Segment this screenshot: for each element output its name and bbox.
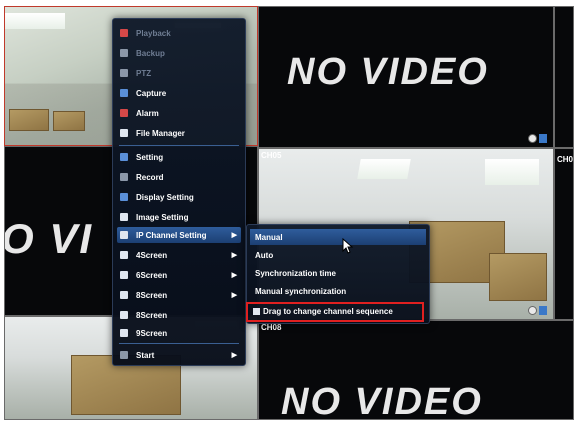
status-circle-icon xyxy=(528,306,537,315)
no-video-label: NO VIDEO xyxy=(281,381,483,420)
submenu-item-synchronization-time[interactable]: Synchronization time xyxy=(255,265,423,281)
menu-item-capture[interactable]: Capture xyxy=(117,85,241,101)
camera-tile-ch06[interactable]: CH06 xyxy=(554,148,574,320)
eight-screen-icon xyxy=(120,311,128,319)
menu-item-label: Setting xyxy=(136,152,164,162)
menu-item-label: Image Setting xyxy=(136,212,189,222)
ip-channel-icon xyxy=(120,231,128,239)
tile-status-icons xyxy=(528,306,547,315)
cardboard-box xyxy=(9,109,49,131)
menu-item-label: PTZ xyxy=(136,68,152,78)
setting-icon xyxy=(120,153,128,161)
menu-item-label: 4Screen xyxy=(136,250,168,260)
channel-label: CH05 xyxy=(261,151,282,160)
menu-item-label: 8Screen xyxy=(136,290,168,300)
main-context-menu: Playback Backup PTZ Capture Alarm File M… xyxy=(112,18,246,366)
submenu-item-manual[interactable]: Manual xyxy=(250,229,426,245)
dvr-monitor-screen: NO VIDEO O VI CH05 CH06 CH08 NO VIDEO P xyxy=(0,0,574,423)
menu-item-ptz[interactable]: PTZ xyxy=(117,65,241,81)
menu-separator xyxy=(119,343,239,344)
image-setting-icon xyxy=(120,213,128,221)
menu-item-label: Record xyxy=(136,172,164,182)
menu-item-label: Display Setting xyxy=(136,192,194,202)
menu-item-9screen[interactable]: 9Screen xyxy=(117,325,241,341)
no-video-label: NO VIDEO xyxy=(287,51,489,93)
menu-item-setting[interactable]: Setting xyxy=(117,149,241,165)
camera-tile-right-edge[interactable] xyxy=(554,6,574,148)
chevron-right-icon: ▶ xyxy=(231,232,237,239)
tile-status-icons xyxy=(528,134,547,143)
nine-screen-icon xyxy=(120,329,128,337)
menu-item-start[interactable]: Start ▶ xyxy=(117,347,241,363)
menu-item-record[interactable]: Record xyxy=(117,169,241,185)
chevron-right-icon: ▶ xyxy=(231,352,237,359)
menu-item-label: 9Screen xyxy=(136,328,168,338)
cardboard-box xyxy=(489,253,547,301)
menu-separator xyxy=(119,145,239,146)
display-setting-icon xyxy=(120,193,128,201)
backup-icon xyxy=(120,49,128,57)
cardboard-box xyxy=(53,111,85,131)
channel-label: CH08 xyxy=(261,323,282,332)
mouse-cursor-icon xyxy=(342,238,354,254)
menu-item-label: 6Screen xyxy=(136,270,168,280)
menu-item-label: Alarm xyxy=(136,108,159,118)
alarm-icon xyxy=(120,109,128,117)
menu-item-label: Playback xyxy=(136,28,171,38)
menu-item-backup[interactable]: Backup xyxy=(117,45,241,61)
menu-item-4screen[interactable]: 4Screen ▶ xyxy=(117,247,241,263)
record-icon xyxy=(120,173,128,181)
status-flag-icon xyxy=(539,134,547,143)
file-manager-icon xyxy=(120,129,128,137)
eight-screen-icon xyxy=(120,291,128,299)
submenu-item-manual-synchronization[interactable]: Manual synchronization xyxy=(255,283,423,299)
menu-item-label: File Manager xyxy=(136,128,185,138)
capture-icon xyxy=(120,89,128,97)
menu-item-6screen[interactable]: 6Screen ▶ xyxy=(117,267,241,283)
ptz-icon xyxy=(120,69,128,77)
menu-item-8screen[interactable]: 8Screen ▶ xyxy=(117,287,241,303)
menu-item-display-setting[interactable]: Display Setting xyxy=(117,189,241,205)
menu-item-8screen-2[interactable]: 8Screen xyxy=(117,307,241,323)
status-flag-icon xyxy=(539,306,547,315)
menu-item-label: Start xyxy=(136,350,155,360)
callout-highlight xyxy=(246,302,424,322)
menu-item-playback[interactable]: Playback xyxy=(117,25,241,41)
four-screen-icon xyxy=(120,251,128,259)
menu-item-label: Capture xyxy=(136,88,167,98)
menu-item-label: IP Channel Setting xyxy=(136,230,207,240)
camera-tile-top-right[interactable]: NO VIDEO xyxy=(258,6,554,148)
chevron-right-icon: ▶ xyxy=(231,272,237,279)
submenu-item-auto[interactable]: Auto xyxy=(255,247,423,263)
ceiling-light xyxy=(357,159,411,179)
menu-item-image-setting[interactable]: Image Setting xyxy=(117,209,241,225)
menu-item-label: 8Screen xyxy=(136,310,168,320)
ceiling-light xyxy=(5,13,65,29)
no-video-label: O VI xyxy=(4,215,94,262)
playback-icon xyxy=(120,29,128,37)
menu-item-file-manager[interactable]: File Manager xyxy=(117,125,241,141)
menu-item-ip-channel-setting[interactable]: IP Channel Setting ▶ xyxy=(117,227,241,243)
menu-item-label: Backup xyxy=(136,48,165,58)
chevron-right-icon: ▶ xyxy=(231,252,237,259)
status-circle-icon xyxy=(528,134,537,143)
chevron-right-icon: ▶ xyxy=(231,292,237,299)
start-icon xyxy=(120,351,128,359)
ceiling-light xyxy=(485,159,539,185)
six-screen-icon xyxy=(120,271,128,279)
menu-item-alarm[interactable]: Alarm xyxy=(117,105,241,121)
camera-tile-ch08[interactable]: CH08 NO VIDEO xyxy=(258,320,574,420)
channel-label: CH06 xyxy=(557,155,574,164)
